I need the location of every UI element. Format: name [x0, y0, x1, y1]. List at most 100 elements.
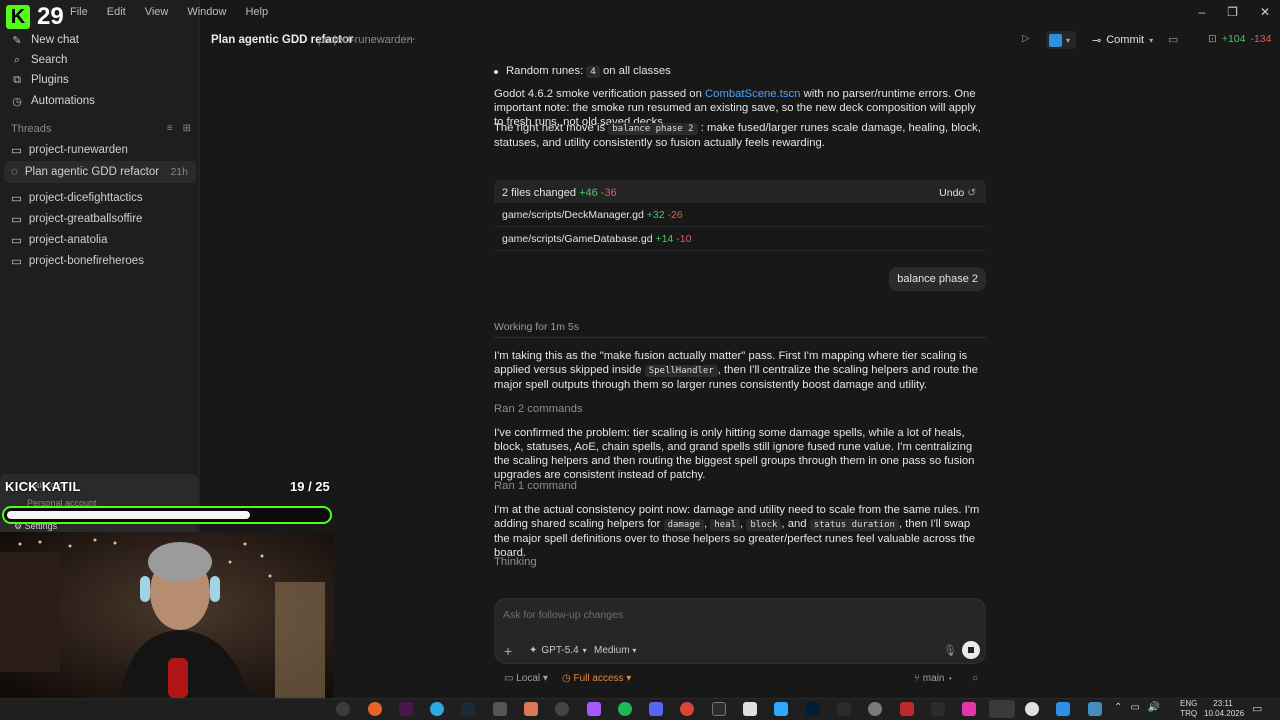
chevron-up-icon[interactable]: ⌃ [1114, 702, 1122, 713]
mic-icon[interactable]: 🎙 [943, 644, 957, 657]
stop-button[interactable] [962, 641, 980, 659]
app-icon[interactable] [900, 702, 914, 716]
slack-icon[interactable] [399, 702, 413, 716]
env-selector[interactable]: ▭ Local ▾ [504, 673, 548, 684]
unreal-icon[interactable] [1025, 702, 1039, 716]
thread-item[interactable]: ▭ project-anatolia [4, 230, 196, 250]
ran-commands[interactable]: Ran 2 commands [494, 402, 986, 416]
terminal-icon[interactable]: ▭ [1168, 33, 1178, 46]
chevron-down-icon: ▾ [632, 646, 637, 655]
search-button[interactable]: ⌕ Search [8, 50, 194, 70]
new-chat-button[interactable]: ✎ New chat [8, 30, 194, 50]
files-changed-header: 2 files changed +46 -36 Undo ↺ [494, 180, 986, 203]
file-entry: game/scripts/DeckManager.gd +32 -26 [502, 209, 683, 221]
volume-icon[interactable]: 🔊 [1148, 702, 1160, 713]
discord-icon[interactable] [649, 702, 663, 716]
app-icon[interactable] [962, 702, 976, 716]
sync-icon[interactable]: ○ [972, 673, 978, 684]
notification-icon[interactable]: ▭ [1252, 702, 1262, 715]
stream-progress-bar [2, 506, 332, 524]
godot-icon[interactable] [1088, 702, 1102, 716]
diff-stat[interactable]: ⊡ +104 -134 [1208, 33, 1271, 45]
vscode-icon[interactable] [1056, 702, 1070, 716]
thread-item[interactable]: ▭ project-dicefighttactics [4, 188, 196, 208]
diff-del: -134 [1250, 33, 1272, 45]
steam-icon[interactable] [461, 702, 475, 716]
files-changed-card: 2 files changed +46 -36 Undo ↺ game/scri… [494, 180, 986, 254]
minimize-icon[interactable]: – [1198, 5, 1205, 19]
vscode-icon [1049, 33, 1062, 47]
spotify-icon[interactable] [618, 702, 632, 716]
ran-commands[interactable]: Ran 1 command [494, 479, 986, 493]
more-icon[interactable]: ··· [403, 31, 416, 46]
add-icon[interactable]: + [504, 643, 512, 659]
spark-icon: ✦ [529, 645, 538, 656]
file-row[interactable]: game/scripts/GameDatabase.gd +14 -10 [494, 227, 986, 251]
codex-app-icon[interactable] [989, 700, 1015, 718]
figma-icon[interactable] [587, 702, 601, 716]
play-icon[interactable]: ▷ [1022, 33, 1030, 44]
app-icon[interactable] [868, 702, 882, 716]
app-icon[interactable] [931, 702, 945, 716]
thread-label: Plan agentic GDD refactor [24, 166, 160, 178]
app-icon[interactable] [774, 702, 788, 716]
composer: Ask for follow-up changes + ✦ GPT-5.4 ▾ … [494, 598, 986, 664]
kick-k-icon: K [6, 5, 30, 29]
clock-app-icon[interactable] [336, 702, 350, 716]
webcam-image [0, 532, 334, 698]
access-selector[interactable]: ◷ Full access ▾ [562, 673, 631, 684]
thread-item[interactable]: ▭ project-runewarden [4, 140, 196, 160]
app-icon[interactable] [430, 702, 444, 716]
effort-selector[interactable]: Medium ▾ [594, 645, 636, 656]
thread-item-active[interactable]: ◌ Plan agentic GDD refactor 21h [4, 161, 196, 183]
filter-icon[interactable]: ≡ [167, 123, 173, 134]
clock[interactable]: 23:11 10.04.2026 [1204, 699, 1244, 719]
thread-topbar: Plan agentic GDD refactor project-runewa… [200, 28, 1280, 52]
model-label: GPT-5.4 [541, 645, 579, 656]
language-indicator[interactable]: ENG TRQ [1180, 699, 1197, 719]
thread-project[interactable]: project-runewarden [318, 34, 413, 46]
automations-button[interactable]: ◷ Automations [8, 91, 194, 111]
composer-input[interactable]: Ask for follow-up changes [503, 609, 623, 621]
new-thread-icon[interactable]: ⊞ [183, 123, 191, 134]
notes-icon[interactable] [743, 702, 757, 716]
firefox-icon[interactable] [368, 702, 382, 716]
epic-games-icon[interactable] [837, 702, 851, 716]
undo-button[interactable]: Undo ↺ [939, 186, 976, 200]
terminal-app-icon[interactable] [712, 702, 726, 716]
assistant-paragraph: The right next move is balance phase 2 :… [494, 122, 981, 149]
menu-edit[interactable]: Edit [107, 6, 126, 18]
menu-help[interactable]: Help [245, 6, 268, 18]
chevron-down-icon: ▾ [1066, 35, 1071, 45]
working-status[interactable]: Working for 1m 5s [494, 319, 986, 338]
commit-button[interactable]: ⊸ Commit ▾ [1086, 31, 1159, 49]
plugins-button[interactable]: ⧉ Plugins [8, 70, 194, 90]
claude-icon[interactable] [524, 702, 538, 716]
windows-taskbar: ⌃ ▭ 🔊 ENG TRQ 23:11 10.04.2026 ▭ [0, 698, 1280, 720]
menu-view[interactable]: View [145, 6, 169, 18]
new-chat-label: New chat [31, 34, 79, 46]
network-icon[interactable]: ▭ [1130, 702, 1139, 713]
thread-label: project-bonefireheroes [28, 255, 144, 267]
thread-item[interactable]: ▭ project-bonefireheroes [4, 251, 196, 271]
app-icon[interactable] [493, 702, 507, 716]
plugins-label: Plugins [31, 74, 69, 86]
menu-window[interactable]: Window [187, 6, 226, 18]
spinner-icon: ◌ [11, 166, 18, 178]
close-icon[interactable]: ✕ [1260, 5, 1270, 19]
chrome-icon[interactable] [680, 702, 694, 716]
kick-logo: K 29 [4, 4, 68, 30]
model-selector[interactable]: ✦ GPT-5.4 ▾ [529, 645, 587, 656]
thread-label: project-anatolia [28, 234, 108, 246]
photoshop-icon[interactable] [806, 702, 820, 716]
thread-item[interactable]: ▭ project-greatballsoffire [4, 209, 196, 229]
app-icon[interactable] [555, 702, 569, 716]
threads-label: Threads [11, 123, 52, 135]
restore-icon[interactable]: ❐ [1227, 5, 1238, 19]
file-row[interactable]: game/scripts/DeckManager.gd +32 -26 [494, 203, 986, 227]
branch-selector[interactable]: ⑂ main ▾ [914, 673, 953, 684]
file-link[interactable]: CombatScene.tscn [705, 88, 800, 100]
menu-file[interactable]: File [70, 6, 88, 18]
automations-label: Automations [31, 95, 95, 107]
open-in-editor-button[interactable]: ▾ [1046, 31, 1076, 49]
